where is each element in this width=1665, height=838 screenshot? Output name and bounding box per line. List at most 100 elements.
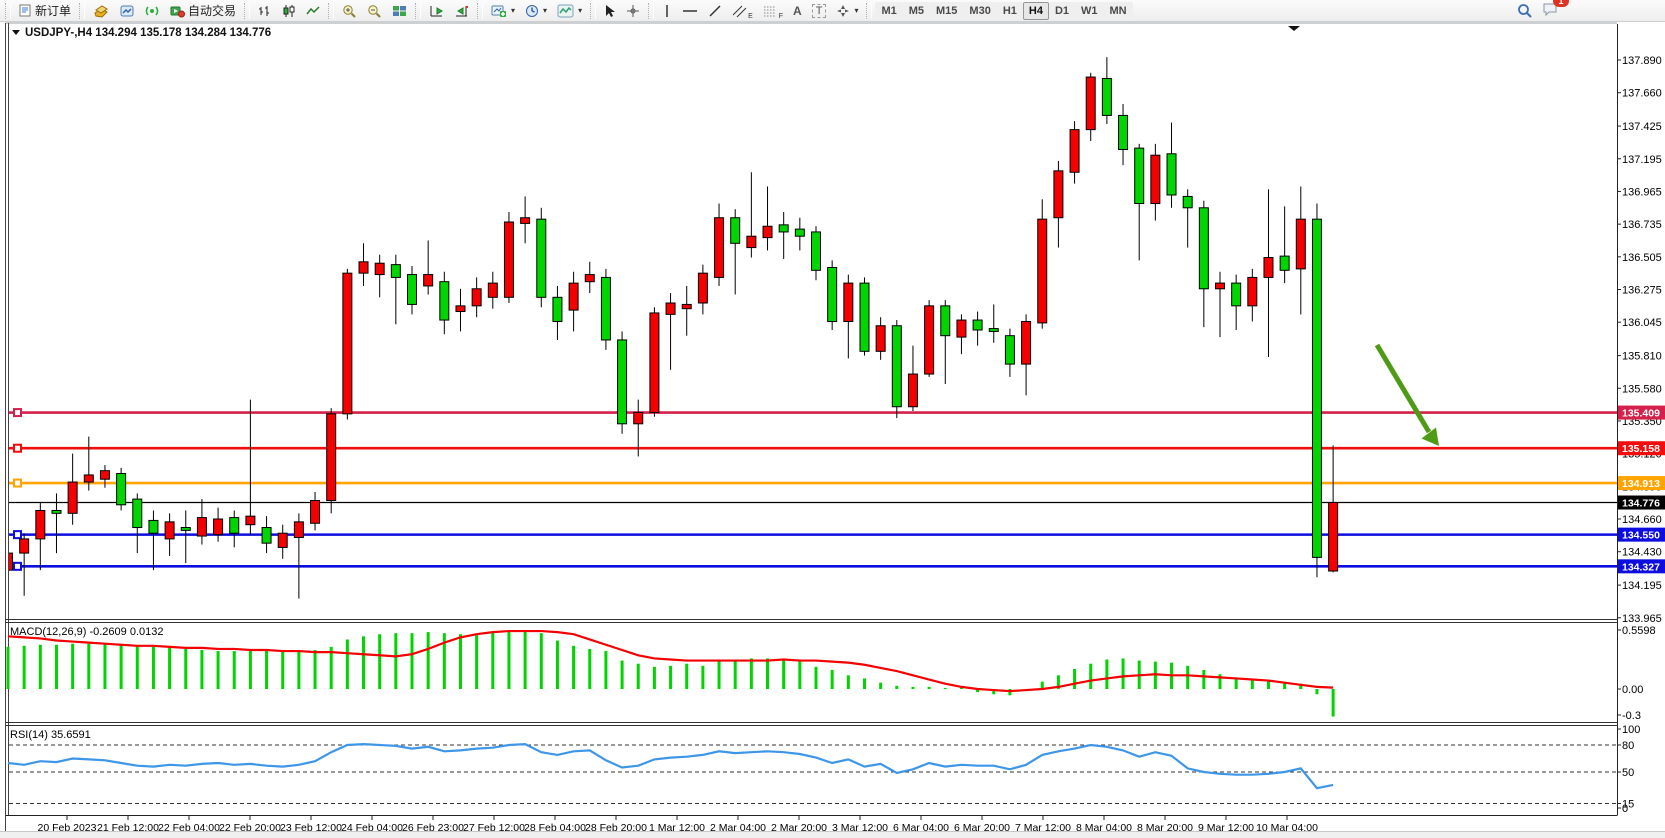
- svg-text:3 Mar 12:00: 3 Mar 12:00: [832, 822, 888, 834]
- timeframe-m30-button[interactable]: M30: [963, 2, 996, 20]
- svg-text:8 Mar 20:00: 8 Mar 20:00: [1137, 822, 1193, 834]
- macd-label: MACD(12,26,9) -0.2609 0.0132: [10, 626, 163, 638]
- line-handle[interactable]: [14, 409, 21, 416]
- search-button[interactable]: [1512, 1, 1537, 21]
- svg-text:136.275: 136.275: [1622, 285, 1662, 297]
- chart-shift-icon: [454, 4, 469, 18]
- svg-text:136.505: 136.505: [1622, 252, 1662, 264]
- auto-scroll-button[interactable]: [424, 1, 449, 21]
- toolbar-grip: [648, 3, 654, 19]
- market-watch-button[interactable]: [88, 1, 114, 21]
- new-order-icon: [19, 4, 32, 17]
- bar-chart-mode-button[interactable]: [253, 1, 277, 21]
- signal-waves-icon: [145, 4, 160, 18]
- timeframe-mn-button[interactable]: MN: [1104, 2, 1133, 20]
- chart-shift-button[interactable]: [449, 1, 474, 21]
- new-order-button[interactable]: 新订单: [14, 1, 76, 21]
- horizontal-line-icon: [682, 4, 698, 18]
- svg-text:USDJPY-,H4 134.294 135.178 13: USDJPY-,H4 134.294 135.178 134.284 134.7…: [25, 27, 271, 39]
- svg-text:134.195: 134.195: [1622, 580, 1662, 592]
- svg-text:21 Feb 12:00: 21 Feb 12:00: [97, 822, 159, 834]
- signals-button[interactable]: [140, 1, 165, 21]
- timeframe-h1-button[interactable]: H1: [997, 2, 1023, 20]
- chart-menu-triangle[interactable]: [1288, 26, 1300, 31]
- svg-text:26 Feb 23:00: 26 Feb 23:00: [402, 822, 464, 834]
- svg-text:8 Mar 04:00: 8 Mar 04:00: [1076, 822, 1132, 834]
- cursor-tool-button[interactable]: [599, 1, 621, 21]
- crosshair-icon: [626, 4, 640, 18]
- fibonacci-tool-button[interactable]: F: [758, 1, 788, 21]
- svg-text:134.776: 134.776: [1622, 498, 1660, 510]
- line-handle[interactable]: [14, 531, 21, 538]
- line-chart-mode-button[interactable]: [301, 1, 325, 21]
- zoom-in-icon: [342, 4, 357, 18]
- svg-text:136.735: 136.735: [1622, 219, 1662, 231]
- svg-text:22 Feb 04:00: 22 Feb 04:00: [158, 822, 220, 834]
- svg-text:137.660: 137.660: [1622, 88, 1662, 100]
- svg-text:135.158: 135.158: [1622, 443, 1660, 455]
- svg-text:9 Mar 12:00: 9 Mar 12:00: [1198, 822, 1254, 834]
- svg-text:135.580: 135.580: [1622, 383, 1662, 395]
- svg-text:135.409: 135.409: [1622, 408, 1660, 420]
- horizontal-line-tool-button[interactable]: [677, 1, 703, 21]
- timeframe-m15-button[interactable]: M15: [930, 2, 963, 20]
- timeframe-d1-button[interactable]: D1: [1049, 2, 1075, 20]
- chat-unread-badge: 1: [1553, 0, 1569, 7]
- symbol-label: USDJPY-,H4 134.294 135.178 134.284 134.7…: [12, 26, 1300, 39]
- svg-text:10 Mar 04:00: 10 Mar 04:00: [1256, 822, 1318, 834]
- svg-text:22 Feb 20:00: 22 Feb 20:00: [219, 822, 281, 834]
- svg-text:137.890: 137.890: [1622, 55, 1662, 67]
- timeframe-m5-button[interactable]: M5: [903, 2, 930, 20]
- svg-text:134.913: 134.913: [1622, 478, 1660, 490]
- ledger-icon: [93, 4, 109, 18]
- chart-window[interactable]: 137.890137.660137.425137.195136.965136.7…: [0, 22, 1665, 838]
- candlestick-mode-button[interactable]: [277, 1, 301, 21]
- annotation-arrow[interactable]: [1377, 345, 1439, 446]
- zoom-in-button[interactable]: [337, 1, 362, 21]
- svg-text:20 Feb 2023: 20 Feb 2023: [38, 822, 97, 834]
- line-handle[interactable]: [14, 480, 21, 487]
- crosshair-tool-button[interactable]: [621, 1, 645, 21]
- window-chart-icon: [119, 4, 135, 18]
- equidistant-channel-tool-button[interactable]: E: [727, 1, 758, 21]
- svg-text:134.550: 134.550: [1622, 530, 1660, 542]
- new-chart-dropdown[interactable]: ▾: [486, 1, 520, 21]
- rsi-pane: RSI(14) 35.65911008050150: [8, 724, 1640, 815]
- toolbar-grip: [244, 3, 250, 19]
- chevron-down-icon: ▾: [578, 6, 582, 15]
- line-handle[interactable]: [14, 563, 21, 570]
- rsi-levels: [9, 745, 1617, 804]
- trendline-icon: [708, 4, 722, 18]
- text-label-tool-button[interactable]: T: [807, 1, 832, 21]
- svg-text:136.045: 136.045: [1622, 317, 1662, 329]
- arrows-tool-dropdown[interactable]: ▾: [831, 1, 863, 21]
- vertical-line-tool-button[interactable]: [657, 1, 677, 21]
- timeframe-h4-button[interactable]: H4: [1023, 2, 1049, 20]
- auto-trading-button[interactable]: 自动交易: [165, 1, 241, 21]
- templates-dropdown[interactable]: ▾: [552, 1, 587, 21]
- time-axis: 20 Feb 202321 Feb 12:0022 Feb 04:0022 Fe…: [38, 816, 1319, 834]
- trendline-tool-button[interactable]: [703, 1, 727, 21]
- timeframe-w1-button[interactable]: W1: [1075, 2, 1104, 20]
- text-label-icon: T: [812, 4, 827, 18]
- zoom-out-button[interactable]: [362, 1, 387, 21]
- tile-windows-button[interactable]: [387, 1, 412, 21]
- new-order-label: 新订单: [35, 2, 71, 19]
- price-chart-svg[interactable]: 137.890137.660137.425137.195136.965136.7…: [0, 22, 1665, 838]
- svg-text:134.430: 134.430: [1622, 547, 1662, 559]
- candlesticks: [4, 57, 1338, 598]
- zoom-out-icon: [367, 4, 382, 18]
- search-icon: [1517, 3, 1532, 18]
- text-tool-button[interactable]: A: [788, 1, 807, 21]
- arrows-tool-icon: [836, 4, 850, 18]
- line-handle[interactable]: [14, 445, 21, 452]
- new-chart-icon: [491, 4, 507, 18]
- data-window-button[interactable]: [114, 1, 140, 21]
- timeframe-m1-button[interactable]: M1: [875, 2, 902, 20]
- channel-icon: [732, 4, 747, 18]
- candlestick-icon: [282, 4, 296, 18]
- periods-dropdown[interactable]: ▾: [520, 1, 552, 21]
- clock-icon: [525, 4, 539, 18]
- svg-text:2 Mar 20:00: 2 Mar 20:00: [771, 822, 827, 834]
- svg-text:6 Mar 04:00: 6 Mar 04:00: [893, 822, 949, 834]
